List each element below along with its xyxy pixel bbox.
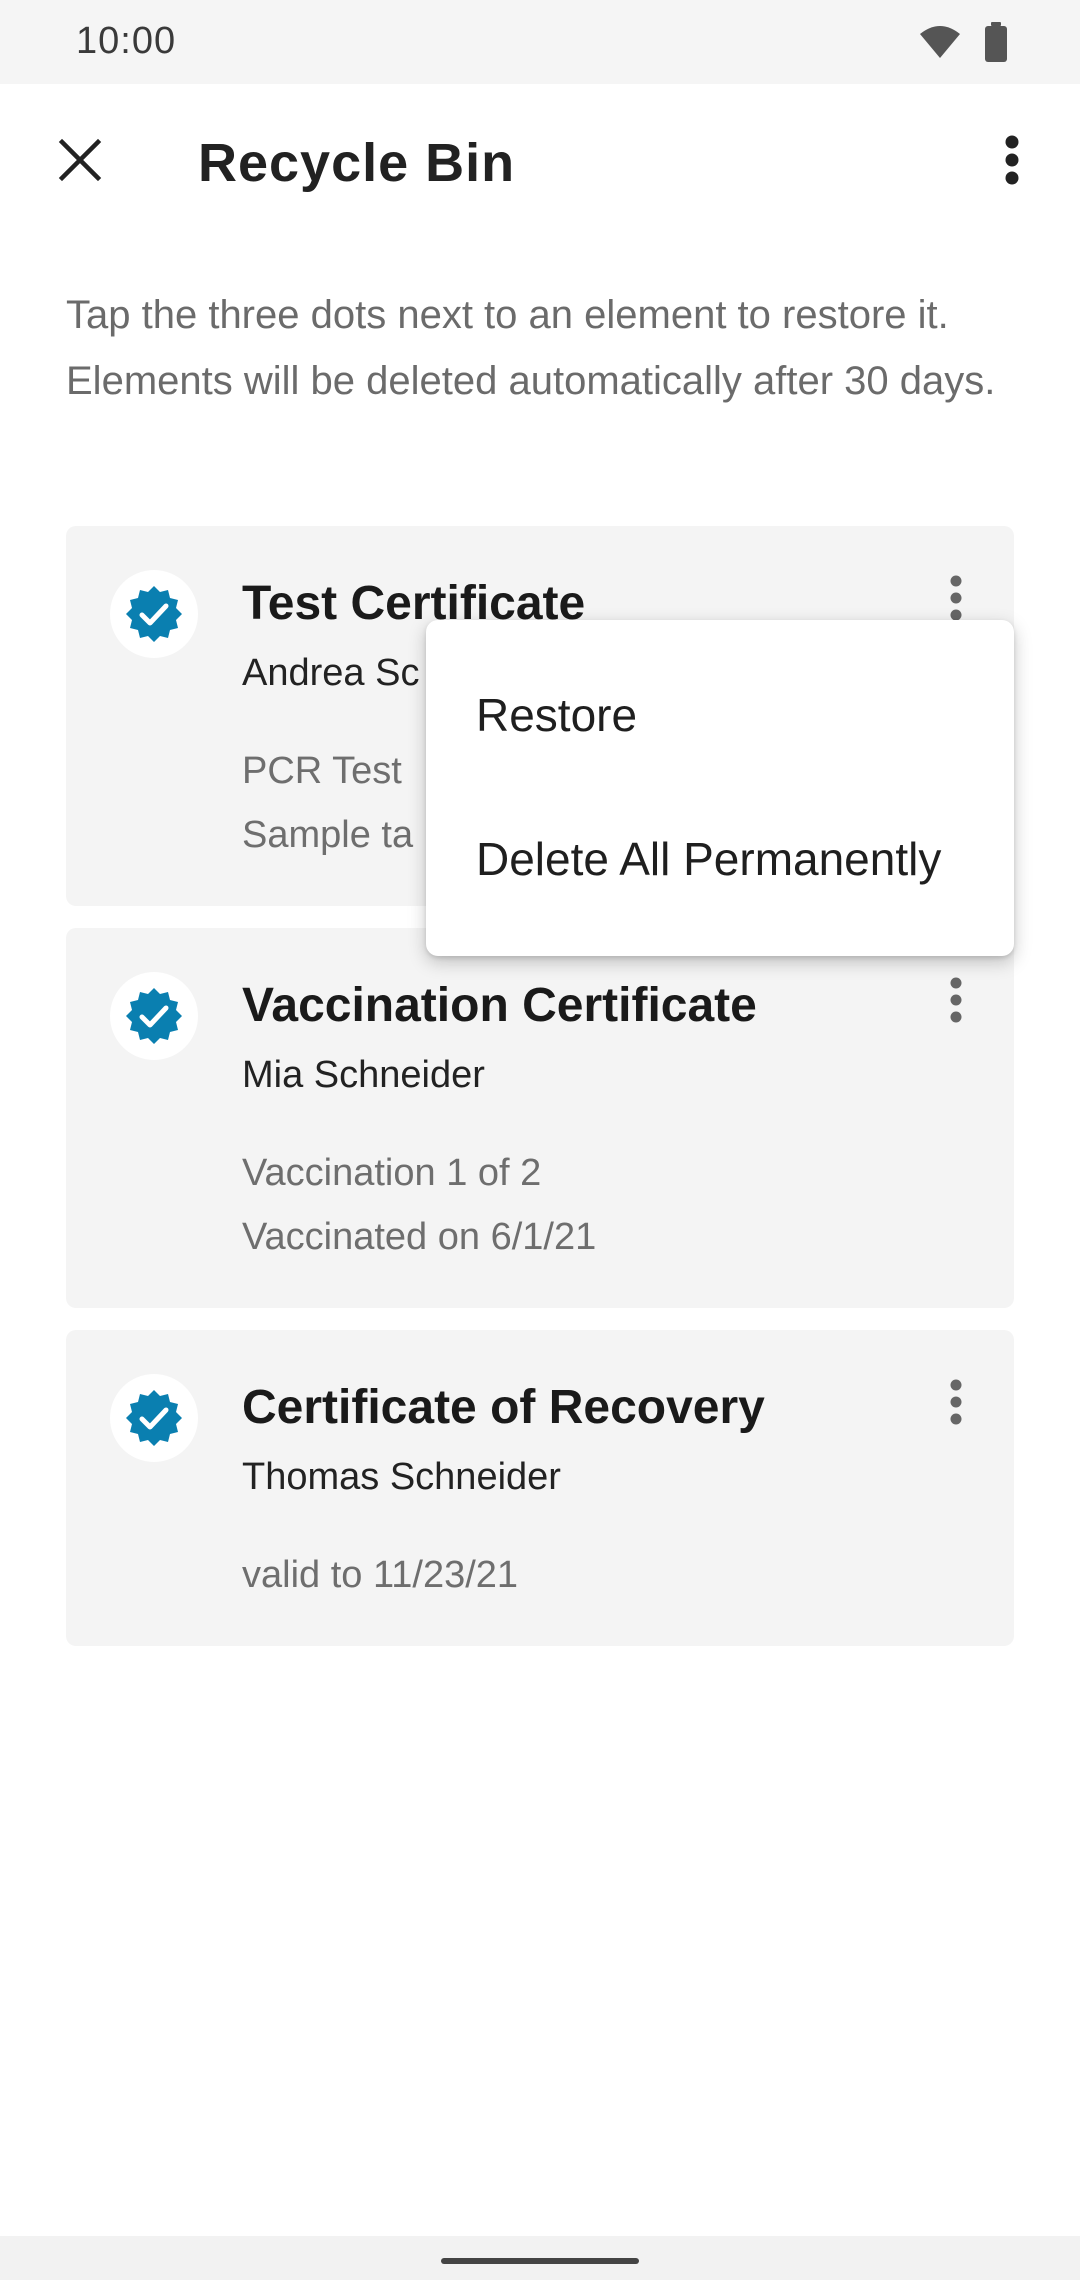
more-vert-icon [949,977,963,1028]
certificate-card-recovery[interactable]: Certificate of Recovery Thomas Schneider… [66,1330,1014,1646]
more-vert-icon [949,575,963,626]
popup-menu: Restore Delete All Permanently [426,620,1014,956]
app-bar: Recycle Bin [0,84,1080,240]
more-vert-icon [1004,135,1020,190]
more-vert-icon [949,1379,963,1430]
verified-badge-icon [110,1374,198,1462]
verified-badge-icon [110,570,198,658]
gesture-handle[interactable] [441,2258,639,2264]
overflow-menu-button[interactable] [980,122,1044,202]
menu-item-restore[interactable]: Restore [476,688,637,742]
card-holder-name: Thomas Schneider [242,1456,561,1498]
card-menu-button[interactable] [936,1368,976,1440]
status-icons [918,22,1008,67]
close-icon [58,138,102,187]
card-detail-line: valid to 11/23/21 [242,1554,519,1596]
card-detail-line: Vaccination 1 of 2 [242,1152,542,1194]
close-button[interactable] [40,122,120,202]
card-title: Vaccination Certificate [242,979,757,1032]
description-text: Tap the three dots next to an element to… [66,293,996,403]
card-holder-name: Mia Schneider [242,1054,485,1096]
navigation-bar [0,2236,1080,2280]
page-title: Recycle Bin [198,133,516,193]
card-detail-line: Vaccinated on 6/1/21 [242,1216,597,1258]
card-title: Certificate of Recovery [242,1381,765,1434]
status-time: 10:00 [76,20,177,62]
card-holder-name: Andrea Sc [242,652,420,694]
card-menu-button[interactable] [936,966,976,1038]
wifi-icon [918,24,962,65]
verified-badge-icon [110,972,198,1060]
battery-icon [984,22,1008,67]
status-bar: 10:00 [0,0,1080,84]
card-detail-line: Sample ta [242,814,414,856]
certificate-card-vaccination[interactable]: Vaccination Certificate Mia Schneider Va… [66,928,1014,1308]
card-detail-line: PCR Test [242,750,402,792]
menu-item-delete-all[interactable]: Delete All Permanently [476,832,941,886]
